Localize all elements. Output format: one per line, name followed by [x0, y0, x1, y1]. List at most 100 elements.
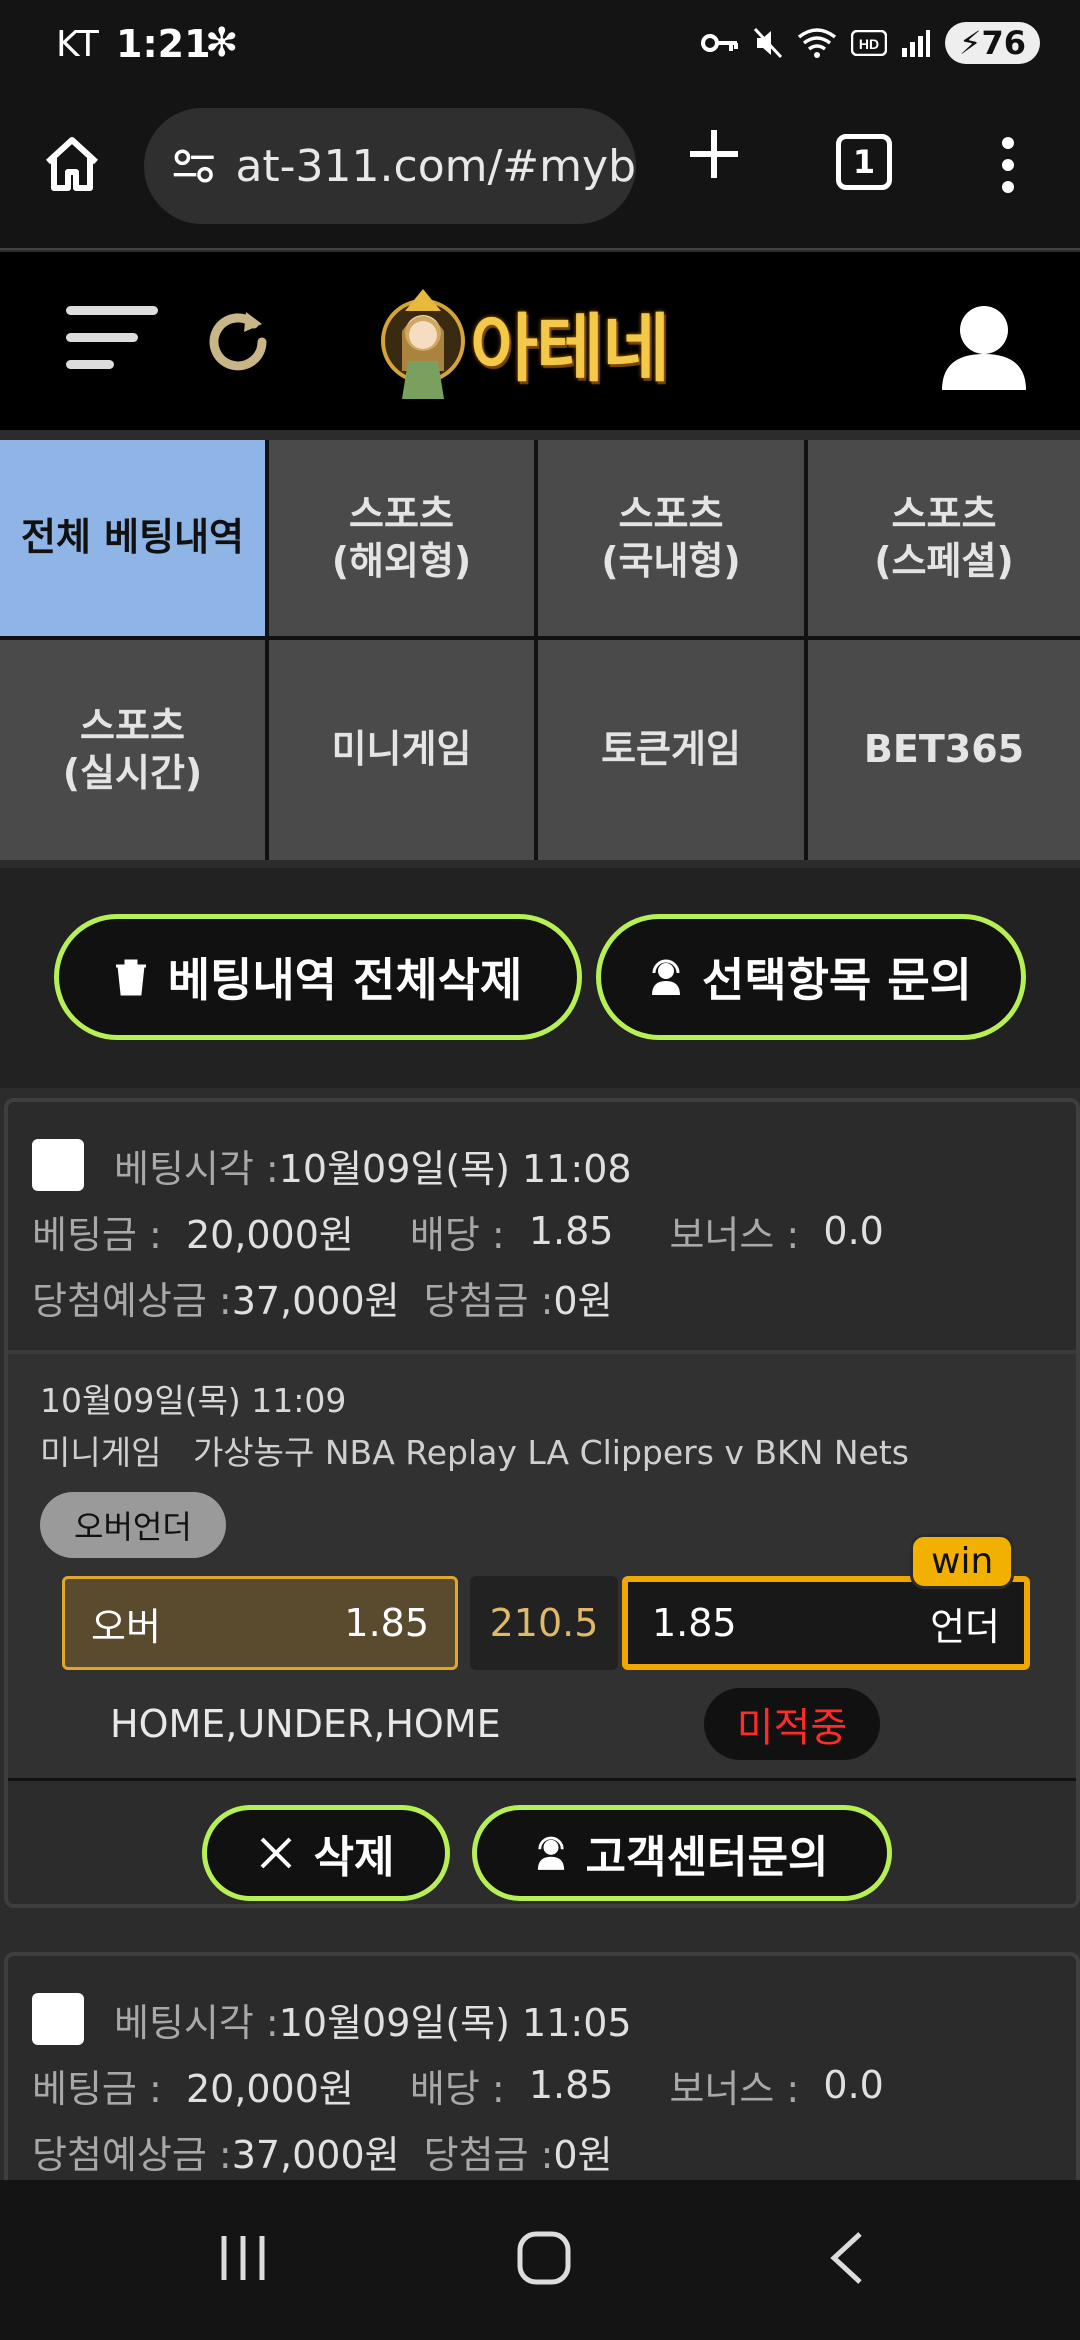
site-settings-icon[interactable]: [172, 146, 215, 186]
browser-toolbar: at-311.com/#myb 1: [0, 96, 1080, 250]
under-odds: 1.85: [652, 1601, 737, 1645]
logo-text: 아테네: [470, 305, 670, 392]
bet-card: 베팅시각 : 10월09일(목) 11:05 베팅금 : 20,000원 배당 …: [4, 1952, 1080, 2192]
win-amount-value: 0원: [553, 2132, 613, 2177]
battery-indicator: ⚡76: [945, 22, 1040, 64]
inquiry-selected-button[interactable]: 선택항목 문의: [596, 914, 1026, 1040]
action-bar: 베팅내역 전체삭제 선택항목 문의: [0, 868, 1080, 1088]
bonus-value: 0.0: [823, 2063, 884, 2107]
inquiry-selected-label: 선택항목 문의: [702, 953, 972, 1007]
bet-select-checkbox[interactable]: [32, 1139, 84, 1191]
tab-all-bets[interactable]: 전체 베팅내역: [0, 440, 269, 636]
more-menu-icon[interactable]: [1000, 136, 1016, 194]
win-amount-label: 당첨금 :: [423, 2132, 554, 2177]
tab-sports-live[interactable]: 스포츠 (실시간): [0, 640, 269, 860]
game-detail: 10월09일(목) 11:09 미니게임 가상농구 NBA Replay LA …: [8, 1354, 1076, 1778]
hd-icon: HD: [851, 30, 887, 56]
odds-value: 1.85: [528, 2063, 614, 2107]
over-option[interactable]: 오버 1.85: [62, 1576, 458, 1670]
category-tabs: 전체 베팅내역 스포츠 (해외형) 스포츠 (국내형) 스포츠 (스페셜) 스포…: [0, 440, 1080, 860]
headset-icon: [652, 959, 681, 995]
bet-actions: 삭제 고객센터문의: [8, 1778, 1076, 1904]
user-icon[interactable]: [938, 300, 1030, 392]
back-icon[interactable]: [826, 2230, 866, 2286]
tab-sports-domestic[interactable]: 스포츠 (국내형): [538, 440, 808, 636]
fan-icon: ✻: [205, 20, 239, 66]
clock: 1:21: [116, 22, 211, 66]
bet-select-checkbox[interactable]: [32, 1993, 84, 2045]
under-option[interactable]: 1.85 언더: [622, 1576, 1030, 1670]
carrier-label: KT: [56, 24, 99, 65]
close-icon: [260, 1837, 291, 1869]
bet-amount-value: 20,000원: [185, 1212, 354, 1257]
status-bar: KT 1:21 ✻ HD ⚡76: [0, 0, 1080, 96]
site-header: 아테네: [0, 252, 1080, 430]
bet-card: 베팅시각 : 10월09일(목) 11:08 베팅금 : 20,000원 배당 …: [4, 1098, 1080, 1908]
tab-sports-special[interactable]: 스포츠 (스페셜): [808, 440, 1080, 636]
tab-count: 1: [852, 143, 876, 181]
bet-summary: 베팅시각 : 10월09일(목) 11:08 베팅금 : 20,000원 배당 …: [8, 1102, 1076, 1354]
bet-amount-value: 20,000원: [185, 2066, 354, 2111]
bonus-value: 0.0: [823, 1209, 884, 1253]
bonus-label: 보너스 :: [669, 1212, 800, 1257]
tab-minigame[interactable]: 미니게임: [269, 640, 538, 860]
signal-icon: [902, 30, 930, 57]
menu-icon[interactable]: [66, 306, 158, 386]
headset-icon: [537, 1836, 564, 1870]
bet-time-label: 베팅시각 :: [114, 2000, 279, 2045]
result-row: HOME,UNDER,HOME 미적중: [40, 1672, 1044, 1778]
address-bar[interactable]: at-311.com/#myb: [144, 108, 636, 224]
mute-icon: [753, 27, 783, 59]
expected-win-label: 당첨예상금 :: [32, 2132, 232, 2177]
line-value: 210.5: [470, 1576, 618, 1670]
game-category: 미니게임: [40, 1433, 162, 1472]
under-label: 언더: [930, 1604, 1000, 1649]
game-title: 미니게임 가상농구 NBA Replay LA Clippers v BKN N…: [40, 1426, 1044, 1474]
bonus-label: 보너스 :: [669, 2066, 800, 2111]
expected-win-label: 당첨예상금 :: [32, 1278, 232, 1323]
tab-token-game[interactable]: 토큰게임: [538, 640, 808, 860]
game-date: 10월09일(목) 11:09: [40, 1381, 347, 1420]
recent-apps-icon[interactable]: [218, 2230, 268, 2286]
over-label: 오버: [91, 1604, 161, 1649]
home-icon[interactable]: [40, 132, 104, 196]
tab-sports-overseas[interactable]: 스포츠 (해외형): [269, 440, 538, 636]
trash-icon: [115, 959, 146, 996]
url-text[interactable]: at-311.com/#myb: [235, 141, 636, 192]
delete-all-button[interactable]: 베팅내역 전체삭제: [54, 914, 582, 1040]
odds-label: 배당 :: [409, 2066, 505, 2111]
status-icons: HD ⚡76: [701, 22, 1040, 64]
new-tab-icon[interactable]: [684, 124, 744, 184]
wifi-icon: [797, 28, 837, 58]
bet-summary: 베팅시각 : 10월09일(목) 11:05 베팅금 : 20,000원 배당 …: [8, 1956, 1076, 2192]
odds-row: 오버 1.85 210.5 1.85 언더 win: [40, 1534, 1044, 1672]
home-button-icon[interactable]: [516, 2230, 572, 2286]
tab-bet365[interactable]: BET365: [808, 640, 1080, 860]
site-logo[interactable]: 아테네: [380, 276, 710, 408]
bet-amount-label: 베팅금 :: [32, 2066, 162, 2111]
svg-text:HD: HD: [859, 36, 879, 52]
bet-time-value: 10월09일(목) 11:05: [278, 2000, 632, 2045]
bet-time-label: 베팅시각 :: [114, 1146, 279, 1191]
key-icon: [701, 34, 738, 52]
odds-value: 1.85: [528, 1209, 614, 1253]
battery-level: 76: [981, 24, 1026, 62]
result-text: HOME,UNDER,HOME: [110, 1702, 501, 1746]
tab-switcher-button[interactable]: 1: [836, 134, 892, 190]
delete-label: 삭제: [313, 1832, 395, 1883]
expected-win-value: 37,000원: [231, 2132, 400, 2177]
win-amount-label: 당첨금 :: [423, 1278, 554, 1323]
bet-time-value: 10월09일(목) 11:08: [278, 1146, 632, 1191]
logo-mascot-icon: [381, 289, 465, 399]
support-label: 고객센터문의: [585, 1832, 829, 1883]
refresh-icon[interactable]: [200, 304, 276, 380]
expected-win-value: 37,000원: [231, 1278, 400, 1323]
delete-button[interactable]: 삭제: [202, 1805, 450, 1901]
system-nav-bar: [0, 2180, 1080, 2340]
status-badge: 미적중: [704, 1688, 880, 1760]
market-tag: 오버언더: [40, 1492, 226, 1558]
odds-label: 배당 :: [409, 1212, 505, 1257]
delete-all-label: 베팅내역 전체삭제: [167, 953, 523, 1007]
support-button[interactable]: 고객센터문의: [472, 1805, 892, 1901]
over-odds: 1.85: [344, 1601, 429, 1645]
